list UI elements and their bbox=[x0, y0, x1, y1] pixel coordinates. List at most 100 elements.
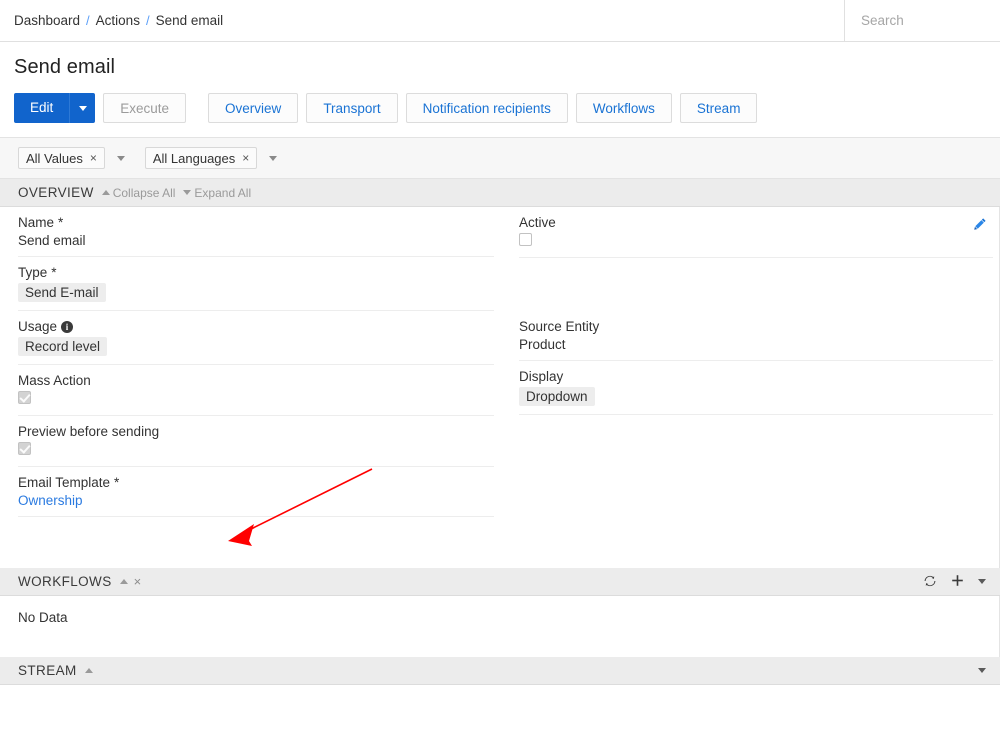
field-value-type: Send E-mail bbox=[18, 283, 106, 302]
label-text: Name bbox=[18, 215, 55, 230]
chevron-up-icon[interactable] bbox=[119, 579, 128, 584]
filter-chip-all-languages[interactable]: All Languages × bbox=[144, 147, 258, 169]
field-value-usage: Record level bbox=[18, 337, 108, 356]
chevron-up-icon bbox=[101, 190, 110, 195]
collapse-all-button[interactable]: Collapse All bbox=[101, 185, 176, 200]
field-name: Name * Send email bbox=[18, 207, 507, 257]
caret-down-icon[interactable] bbox=[978, 668, 986, 673]
tab-workflows[interactable]: Workflows bbox=[575, 93, 672, 123]
field-value-source-entity: Product bbox=[519, 337, 566, 352]
checkbox-active[interactable] bbox=[519, 233, 532, 246]
field-label-preview-before-sending: Preview before sending bbox=[18, 424, 494, 439]
search-box[interactable] bbox=[845, 0, 1000, 41]
field-active: Active bbox=[519, 207, 999, 258]
field-display: Display Dropdown bbox=[519, 361, 999, 415]
checkbox-preview-before-sending[interactable] bbox=[18, 442, 31, 455]
field-label-name: Name * bbox=[18, 215, 494, 230]
edit-button[interactable]: Edit bbox=[14, 93, 70, 123]
filter-dropdown-values-icon[interactable] bbox=[116, 155, 125, 161]
field-label-type: Type * bbox=[18, 265, 494, 280]
edit-dropdown-button[interactable] bbox=[69, 93, 96, 123]
page-title-area: Send email bbox=[0, 42, 1000, 87]
collapse-all-label: Collapse All bbox=[112, 185, 176, 200]
section-title-stream: STREAM bbox=[18, 663, 77, 678]
label-text: Type bbox=[18, 265, 48, 280]
field-label-display: Display bbox=[519, 369, 993, 384]
edit-split-button[interactable]: Edit bbox=[14, 93, 96, 123]
section-header-overview: OVERVIEW Collapse All Expand All bbox=[0, 179, 1000, 207]
breadcrumb-separator: / bbox=[145, 13, 150, 28]
close-icon[interactable]: × bbox=[90, 151, 97, 165]
overview-form: Name * Send email Type * Send E-mail Usa… bbox=[0, 207, 1000, 568]
field-usage: Usage i Record level bbox=[18, 311, 507, 365]
caret-down-icon[interactable] bbox=[978, 579, 986, 584]
filter-bar: All Values × All Languages × bbox=[0, 137, 1000, 179]
field-preview-before-sending: Preview before sending bbox=[18, 416, 507, 467]
required-marker: * bbox=[114, 475, 120, 490]
page-title: Send email bbox=[14, 56, 116, 78]
pencil-icon[interactable] bbox=[973, 217, 987, 234]
filter-chip-label: All Values bbox=[26, 150, 83, 166]
form-column-right: Active Source Entity Product Display Dro… bbox=[507, 207, 999, 568]
expand-all-button[interactable]: Expand All bbox=[183, 186, 251, 200]
field-email-template: Email Template * Ownership bbox=[18, 467, 507, 517]
action-toolbar: Edit Execute Overview Transport Notifica… bbox=[0, 87, 1000, 137]
chevron-down-icon bbox=[183, 190, 192, 195]
field-type: Type * Send E-mail bbox=[18, 257, 507, 311]
tab-stream[interactable]: Stream bbox=[679, 93, 758, 123]
section-header-stream: STREAM bbox=[0, 657, 1000, 685]
label-text: Usage bbox=[18, 319, 58, 334]
field-source-entity: Source Entity Product bbox=[519, 311, 999, 361]
section-actions-workflows: × bbox=[119, 574, 142, 589]
workflows-empty-state: No Data bbox=[0, 596, 1000, 657]
checkbox-mass-action[interactable] bbox=[18, 391, 31, 404]
field-label-email-template: Email Template * bbox=[18, 475, 494, 490]
field-value-display: Dropdown bbox=[519, 387, 595, 406]
label-text: Source Entity bbox=[519, 319, 600, 334]
field-label-source-entity: Source Entity bbox=[519, 319, 993, 334]
search-input[interactable] bbox=[859, 12, 1000, 29]
top-bar: Dashboard / Actions / Send email bbox=[0, 0, 1000, 42]
chevron-down-icon bbox=[78, 105, 87, 111]
label-text: Mass Action bbox=[18, 373, 91, 388]
required-marker: * bbox=[58, 215, 64, 230]
breadcrumb-separator: / bbox=[86, 13, 90, 28]
field-mass-action: Mass Action bbox=[18, 365, 507, 416]
field-label-active: Active bbox=[519, 215, 993, 230]
section-tools-workflows bbox=[923, 574, 992, 590]
breadcrumb-item-dashboard[interactable]: Dashboard bbox=[14, 13, 80, 28]
tab-transport[interactable]: Transport bbox=[306, 93, 398, 123]
section-header-workflows: WORKFLOWS × bbox=[0, 568, 1000, 596]
breadcrumb-item-current: Send email bbox=[155, 13, 224, 28]
field-spacer bbox=[519, 258, 999, 311]
breadcrumb: Dashboard / Actions / Send email bbox=[0, 0, 845, 41]
close-icon[interactable]: × bbox=[134, 574, 142, 589]
refresh-icon[interactable] bbox=[923, 574, 937, 590]
field-value-name: Send email bbox=[18, 233, 86, 248]
label-text: Preview before sending bbox=[18, 424, 160, 439]
section-tools-stream bbox=[978, 668, 992, 673]
expand-all-label: Expand All bbox=[194, 185, 252, 200]
field-spacer-inner bbox=[519, 258, 993, 311]
required-marker: * bbox=[51, 265, 57, 280]
field-value-email-template-link[interactable]: Ownership bbox=[18, 493, 83, 508]
section-actions-stream bbox=[84, 668, 93, 673]
workflows-empty-text: No Data bbox=[18, 610, 68, 625]
section-title-workflows: WORKFLOWS bbox=[18, 574, 112, 589]
section-title-overview: OVERVIEW bbox=[18, 185, 94, 200]
tab-notification-recipients[interactable]: Notification recipients bbox=[405, 93, 568, 123]
filter-chip-all-values[interactable]: All Values × bbox=[18, 147, 105, 169]
filter-dropdown-languages-icon[interactable] bbox=[269, 155, 278, 161]
field-label-mass-action: Mass Action bbox=[18, 373, 494, 388]
label-text: Active bbox=[519, 215, 556, 230]
tab-overview[interactable]: Overview bbox=[208, 93, 299, 123]
info-icon[interactable]: i bbox=[61, 320, 74, 333]
chevron-up-icon[interactable] bbox=[84, 668, 93, 673]
execute-button[interactable]: Execute bbox=[103, 93, 187, 123]
plus-icon[interactable] bbox=[951, 574, 964, 589]
label-text: Email Template bbox=[18, 475, 111, 490]
breadcrumb-item-actions[interactable]: Actions bbox=[96, 13, 140, 28]
label-text: Display bbox=[519, 369, 564, 384]
form-column-left: Name * Send email Type * Send E-mail Usa… bbox=[0, 207, 507, 568]
close-icon[interactable]: × bbox=[242, 151, 249, 165]
